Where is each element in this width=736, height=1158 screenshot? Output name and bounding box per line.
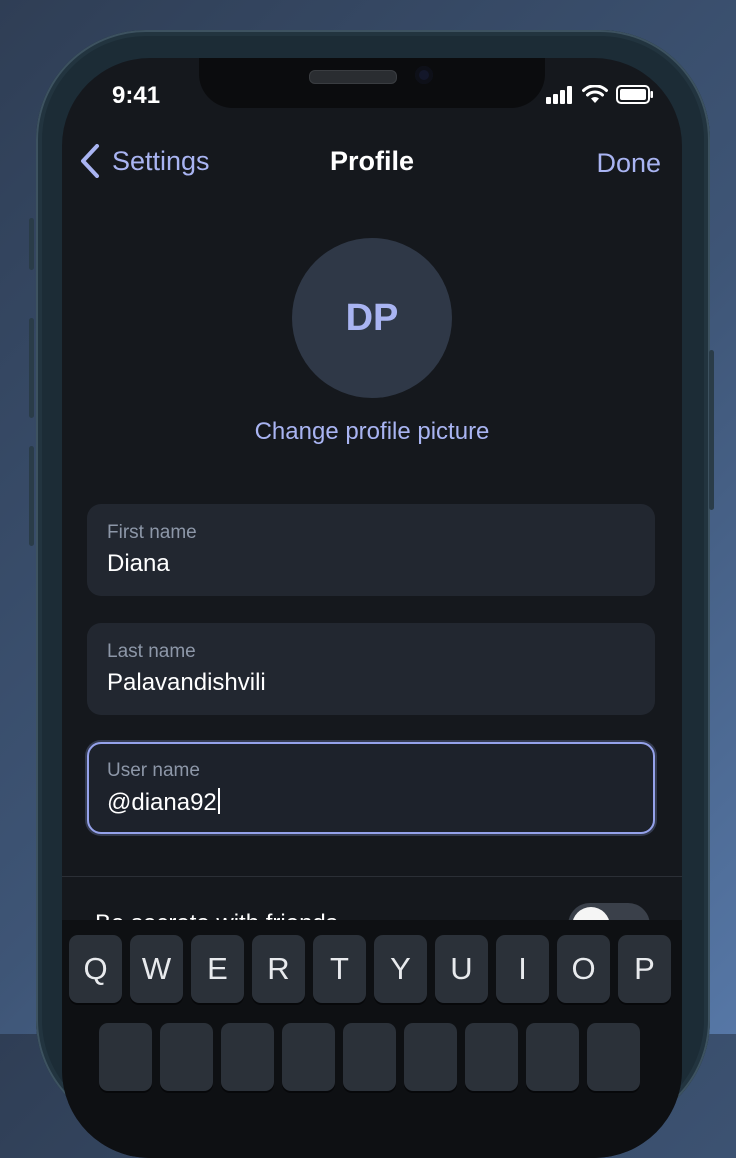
- username-field[interactable]: User name @diana92: [87, 742, 655, 834]
- first-name-label: First name: [107, 522, 197, 543]
- avatar[interactable]: DP: [292, 238, 452, 398]
- first-name-value: Diana: [107, 550, 170, 577]
- navigation-bar: Settings Profile Done: [62, 142, 682, 186]
- keyboard: Q W E R T Y U I O P: [62, 920, 682, 1158]
- key-p[interactable]: P: [618, 935, 671, 1003]
- key-e[interactable]: E: [191, 935, 244, 1003]
- key-o[interactable]: O: [557, 935, 610, 1003]
- key-y[interactable]: Y: [374, 935, 427, 1003]
- chevron-left-icon: [81, 144, 99, 178]
- key-a[interactable]: [99, 1023, 152, 1091]
- last-name-value: Palavandishvili: [107, 669, 266, 696]
- key-d[interactable]: [221, 1023, 274, 1091]
- phone-screen: 9:41 Settings Profile Done DP Change pro…: [62, 58, 682, 1158]
- key-g[interactable]: [343, 1023, 396, 1091]
- text-cursor: [217, 788, 220, 814]
- key-u[interactable]: U: [435, 935, 488, 1003]
- wifi-icon: [582, 85, 608, 103]
- key-r[interactable]: R: [252, 935, 305, 1003]
- key-w[interactable]: W: [130, 935, 183, 1003]
- speaker-grille: [309, 70, 397, 84]
- last-name-label: Last name: [107, 641, 196, 662]
- key-j[interactable]: [465, 1023, 518, 1091]
- first-name-field[interactable]: First name Diana: [87, 504, 655, 596]
- key-q[interactable]: Q: [69, 935, 122, 1003]
- username-value: @diana92: [107, 789, 217, 816]
- last-name-field[interactable]: Last name Palavandishvili: [87, 623, 655, 715]
- key-f[interactable]: [282, 1023, 335, 1091]
- side-button-power: [709, 350, 714, 510]
- key-i[interactable]: I: [496, 935, 549, 1003]
- back-button[interactable]: Settings: [80, 144, 210, 178]
- side-button-volume-down: [29, 446, 34, 546]
- back-button-label: Settings: [112, 145, 210, 176]
- battery-icon: [616, 85, 653, 104]
- section-divider: [62, 876, 682, 877]
- key-l[interactable]: [587, 1023, 640, 1091]
- change-profile-picture-link[interactable]: Change profile picture: [62, 418, 682, 446]
- key-h[interactable]: [404, 1023, 457, 1091]
- status-time: 9:41: [112, 82, 161, 109]
- username-value-row: @diana92: [107, 788, 220, 817]
- notch: [199, 58, 545, 108]
- username-label: User name: [107, 760, 200, 781]
- avatar-initials: DP: [345, 296, 399, 339]
- cellular-signal-icon: [546, 85, 572, 104]
- side-button-mute: [29, 218, 34, 270]
- key-t[interactable]: T: [313, 935, 366, 1003]
- done-button[interactable]: Done: [596, 148, 661, 179]
- key-s[interactable]: [160, 1023, 213, 1091]
- side-button-volume-up: [29, 318, 34, 418]
- key-k[interactable]: [526, 1023, 579, 1091]
- front-camera: [415, 66, 433, 84]
- status-icons: [546, 85, 654, 104]
